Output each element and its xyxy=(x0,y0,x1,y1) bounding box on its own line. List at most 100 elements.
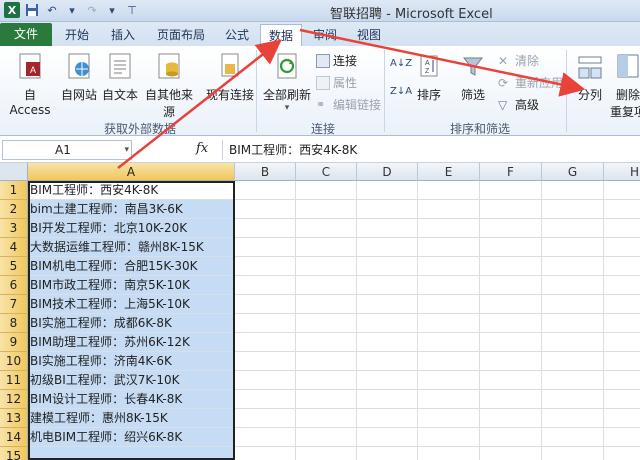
text-to-columns-button[interactable]: 分列 xyxy=(572,52,608,103)
cell[interactable] xyxy=(235,219,296,238)
cell-a[interactable]: 建模工程师：惠州8K-15K xyxy=(28,409,235,428)
column-header-c[interactable]: C xyxy=(296,163,357,181)
cell[interactable] xyxy=(296,409,357,428)
cell[interactable] xyxy=(296,257,357,276)
cell[interactable] xyxy=(604,276,640,295)
cell[interactable] xyxy=(235,295,296,314)
row-header[interactable]: 3 xyxy=(0,219,28,238)
cell[interactable] xyxy=(542,238,604,257)
cell[interactable] xyxy=(480,276,542,295)
excel-app-icon[interactable]: X xyxy=(4,2,20,18)
properties-button[interactable]: 属性 xyxy=(316,74,357,91)
cell[interactable] xyxy=(235,447,296,460)
cell[interactable] xyxy=(480,409,542,428)
formula-input[interactable]: BIM工程师：西安4K-8K xyxy=(222,140,638,160)
cell[interactable] xyxy=(357,200,418,219)
cell[interactable] xyxy=(418,447,480,460)
cell[interactable] xyxy=(296,447,357,460)
cell[interactable] xyxy=(604,390,640,409)
row-header[interactable]: 5 xyxy=(0,257,28,276)
cell-a[interactable]: BIM机电工程师：合肥15K-30K xyxy=(28,257,235,276)
cell[interactable] xyxy=(542,295,604,314)
cell[interactable] xyxy=(418,257,480,276)
cell[interactable] xyxy=(418,314,480,333)
cell[interactable] xyxy=(604,333,640,352)
tab-file[interactable]: 文件 xyxy=(0,23,52,46)
tab-view[interactable]: 视图 xyxy=(350,24,388,46)
cell[interactable] xyxy=(357,181,418,200)
cell[interactable] xyxy=(542,409,604,428)
remove-duplicates-button[interactable]: 删除 重复项 xyxy=(608,52,640,120)
column-header-h[interactable]: H xyxy=(604,163,640,181)
cell[interactable] xyxy=(357,219,418,238)
cell[interactable] xyxy=(604,428,640,447)
tab-insert[interactable]: 插入 xyxy=(104,24,142,46)
reapply-button[interactable]: ⟳ 重新应用 xyxy=(498,74,563,91)
refresh-all-button[interactable]: 全部刷新 ▾ xyxy=(262,52,312,113)
cell-a[interactable]: 初级BI工程师：武汉7K-10K xyxy=(28,371,235,390)
chevron-down-icon[interactable]: ▾ xyxy=(64,2,80,18)
cell[interactable] xyxy=(480,219,542,238)
tab-data[interactable]: 数据 xyxy=(260,24,302,46)
from-text-button[interactable]: 自文本 xyxy=(100,52,140,103)
cell-a[interactable]: BIM助理工程师：苏州6K-12K xyxy=(28,333,235,352)
cell[interactable] xyxy=(604,181,640,200)
from-other-sources-button[interactable]: 自其他来源 xyxy=(140,52,198,120)
cell[interactable] xyxy=(418,295,480,314)
cell[interactable] xyxy=(296,352,357,371)
cell[interactable] xyxy=(357,276,418,295)
cell[interactable] xyxy=(480,371,542,390)
cell[interactable] xyxy=(604,352,640,371)
cell[interactable] xyxy=(604,200,640,219)
cell[interactable] xyxy=(357,390,418,409)
cell[interactable] xyxy=(542,333,604,352)
cell[interactable] xyxy=(604,219,640,238)
cell[interactable] xyxy=(296,371,357,390)
insert-function-icon[interactable]: fx xyxy=(196,141,208,156)
cell[interactable] xyxy=(604,257,640,276)
select-all-corner[interactable] xyxy=(0,163,28,181)
filter-button[interactable]: 筛选 xyxy=(456,52,490,103)
cell[interactable] xyxy=(418,200,480,219)
cell[interactable] xyxy=(235,181,296,200)
cell[interactable] xyxy=(235,333,296,352)
cell-a[interactable]: BIM工程师：西安4K-8K xyxy=(28,181,235,200)
cell[interactable] xyxy=(604,314,640,333)
cell[interactable] xyxy=(542,181,604,200)
tab-page-layout[interactable]: 页面布局 xyxy=(150,24,212,46)
cell[interactable] xyxy=(542,276,604,295)
cell-a[interactable]: BI开发工程师：北京10K-20K xyxy=(28,219,235,238)
cell[interactable] xyxy=(357,314,418,333)
cell[interactable] xyxy=(604,409,640,428)
connections-button[interactable]: 连接 xyxy=(316,52,357,69)
cell[interactable] xyxy=(480,257,542,276)
row-header[interactable]: 7 xyxy=(0,295,28,314)
cell[interactable] xyxy=(296,238,357,257)
row-header[interactable]: 15 xyxy=(0,447,28,460)
row-header[interactable]: 8 xyxy=(0,314,28,333)
cell[interactable] xyxy=(296,200,357,219)
column-header-e[interactable]: E xyxy=(418,163,480,181)
worksheet-grid[interactable]: A B C D E F G H 1 BIM工程师：西安4K-8K 2 bim土建工程师：南昌3K-6K… xyxy=(0,163,640,460)
cell-a[interactable]: 大数据运维工程师：赣州8K-15K xyxy=(28,238,235,257)
cell[interactable] xyxy=(296,276,357,295)
cell[interactable] xyxy=(604,295,640,314)
cell[interactable] xyxy=(235,390,296,409)
cell[interactable] xyxy=(357,352,418,371)
cell[interactable] xyxy=(418,276,480,295)
cell[interactable] xyxy=(296,219,357,238)
tab-home[interactable]: 开始 xyxy=(58,24,96,46)
cell[interactable] xyxy=(296,428,357,447)
cell[interactable] xyxy=(480,333,542,352)
edit-links-button[interactable]: ⚭ 编辑链接 xyxy=(316,96,381,113)
cell[interactable] xyxy=(480,428,542,447)
clear-filter-button[interactable]: ✕ 清除 xyxy=(498,52,539,69)
undo-icon[interactable]: ↶ xyxy=(44,2,60,18)
cell[interactable] xyxy=(604,371,640,390)
cell[interactable] xyxy=(418,390,480,409)
cell-a[interactable]: 机电BIM工程师：绍兴6K-8K xyxy=(28,428,235,447)
cell[interactable] xyxy=(357,238,418,257)
cell[interactable] xyxy=(542,257,604,276)
tab-review[interactable]: 审阅 xyxy=(306,24,344,46)
cell-a[interactable]: bim土建工程师：南昌3K-6K xyxy=(28,200,235,219)
